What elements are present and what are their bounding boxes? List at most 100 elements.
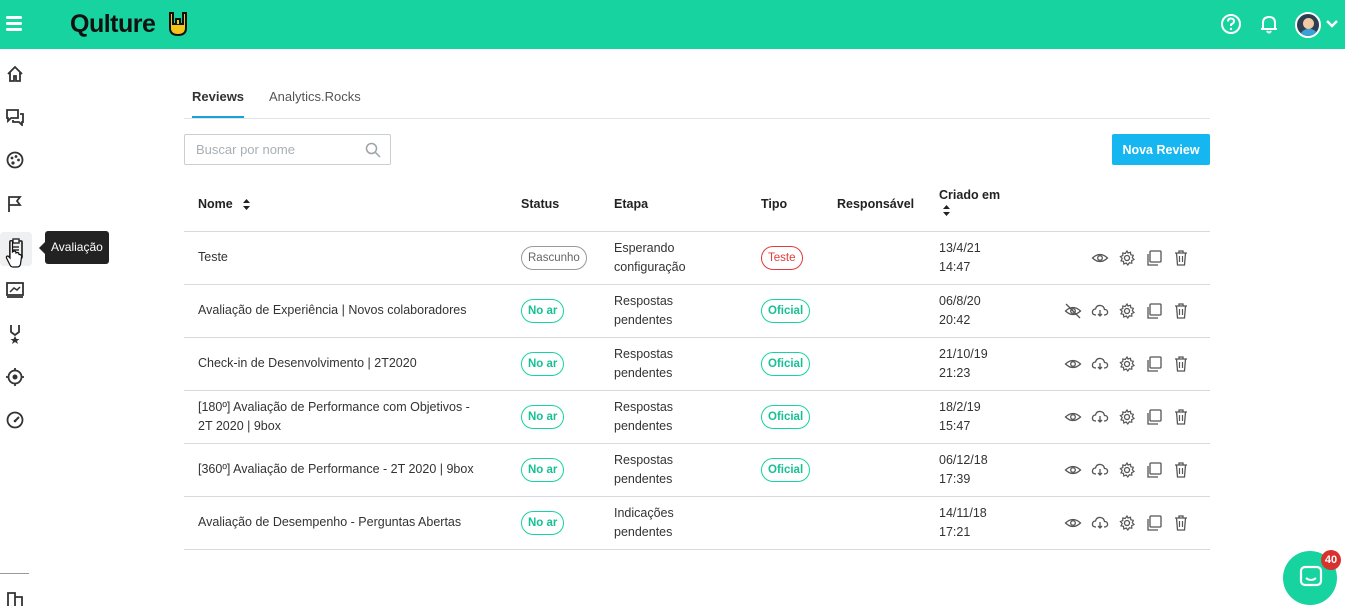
new-review-button[interactable]: Nova Review bbox=[1112, 134, 1210, 165]
cell-etapa: Respostas pendentes bbox=[614, 284, 761, 338]
app-logo[interactable]: Qulture bbox=[70, 10, 156, 39]
cell-responsavel bbox=[837, 231, 939, 285]
cloud-download-icon[interactable] bbox=[1091, 302, 1109, 320]
status-badge: Rascunho bbox=[521, 245, 587, 270]
column-header-criado[interactable]: Criado em bbox=[939, 177, 1029, 232]
column-header-nome[interactable]: Nome bbox=[184, 177, 521, 232]
gear-icon[interactable] bbox=[1118, 461, 1136, 479]
cell-etapa: Respostas pendentes bbox=[614, 390, 761, 444]
column-label: Criado em bbox=[939, 187, 1001, 202]
eye-icon[interactable] bbox=[1064, 355, 1082, 373]
sidebar-item-dashboard[interactable] bbox=[3, 408, 27, 432]
gear-icon[interactable] bbox=[1118, 514, 1136, 532]
created-date: 06/8/20 bbox=[939, 293, 981, 308]
cloud-download-icon[interactable] bbox=[1091, 461, 1109, 479]
tab-reviews[interactable]: Reviews bbox=[192, 89, 245, 118]
avatar[interactable] bbox=[1295, 12, 1321, 38]
hamburger-menu-icon[interactable] bbox=[6, 13, 22, 35]
type-badge: Oficial bbox=[761, 351, 811, 376]
palette-icon bbox=[6, 151, 24, 169]
trash-icon[interactable] bbox=[1172, 302, 1190, 320]
created-date: 06/12/18 bbox=[939, 452, 988, 467]
copy-icon[interactable] bbox=[1145, 302, 1163, 320]
trash-icon[interactable] bbox=[1172, 408, 1190, 426]
column-header-tipo: Tipo bbox=[761, 177, 837, 232]
eye-off-icon[interactable] bbox=[1064, 302, 1082, 320]
sidebar-item-feedback[interactable] bbox=[3, 105, 27, 129]
eye-icon[interactable] bbox=[1064, 514, 1082, 532]
bell-icon[interactable] bbox=[1258, 13, 1280, 35]
sidebar-item-targets[interactable] bbox=[3, 365, 27, 389]
gear-icon[interactable] bbox=[1118, 408, 1136, 426]
sidebar-item-company[interactable] bbox=[3, 586, 27, 610]
sidebar-item-home[interactable] bbox=[3, 62, 27, 86]
help-icon[interactable] bbox=[1220, 13, 1242, 35]
sidebar-item-presentation[interactable] bbox=[3, 278, 27, 302]
copy-icon[interactable] bbox=[1145, 461, 1163, 479]
type-badge: Oficial bbox=[761, 457, 811, 482]
sidebar-item-recognition[interactable] bbox=[3, 322, 27, 346]
cell-responsavel bbox=[837, 496, 939, 550]
cell-nome[interactable]: Teste bbox=[184, 231, 521, 285]
cell-actions bbox=[1029, 284, 1210, 338]
copy-icon[interactable] bbox=[1145, 514, 1163, 532]
trash-icon[interactable] bbox=[1172, 355, 1190, 373]
copy-icon[interactable] bbox=[1145, 249, 1163, 267]
gear-icon[interactable] bbox=[1118, 249, 1136, 267]
cell-responsavel bbox=[837, 443, 939, 497]
column-header-responsavel: Responsável bbox=[837, 177, 939, 232]
table-row[interactable]: Teste Rascunho Esperando configuração Teste… bbox=[184, 231, 1210, 285]
copy-icon[interactable] bbox=[1145, 355, 1163, 373]
search-input[interactable] bbox=[185, 135, 365, 164]
sort-icon[interactable] bbox=[942, 204, 951, 217]
table-row[interactable]: [360º] Avaliação de Performance - 2T 202… bbox=[184, 443, 1210, 497]
trash-icon[interactable] bbox=[1172, 514, 1190, 532]
cloud-download-icon[interactable] bbox=[1091, 355, 1109, 373]
search-icon[interactable] bbox=[365, 142, 381, 158]
column-header-status: Status bbox=[521, 177, 614, 232]
chat-bubbles-icon bbox=[6, 109, 24, 126]
cell-criado: 06/8/20 20:42 bbox=[939, 284, 1029, 338]
created-time: 15:47 bbox=[939, 418, 971, 433]
building-icon bbox=[7, 592, 23, 606]
flag-icon bbox=[8, 196, 22, 212]
table-header-row: Nome Status Etapa Tipo Responsável Criad… bbox=[184, 177, 1210, 232]
cell-nome[interactable]: Avaliação de Experiência | Novos colabor… bbox=[184, 284, 521, 338]
type-badge: Teste bbox=[761, 245, 803, 270]
table-row[interactable]: Avaliação de Desempenho - Perguntas Aber… bbox=[184, 496, 1210, 550]
table-row[interactable]: Check-in de Desenvolvimento | 2T2020 No a… bbox=[184, 337, 1210, 391]
table-row[interactable]: Avaliação de Experiência | Novos colabor… bbox=[184, 284, 1210, 338]
cell-nome[interactable]: [360º] Avaliação de Performance - 2T 202… bbox=[184, 443, 521, 497]
sidebar-item-goals[interactable] bbox=[3, 192, 27, 216]
cell-nome[interactable]: Avaliação de Desempenho - Perguntas Aber… bbox=[184, 496, 521, 550]
cell-nome[interactable]: [180º] Avaliação de Performance com Obje… bbox=[184, 390, 521, 444]
created-time: 17:21 bbox=[939, 524, 971, 539]
cell-responsavel bbox=[837, 284, 939, 338]
gear-icon[interactable] bbox=[1118, 302, 1136, 320]
table-row[interactable]: [180º] Avaliação de Performance com Obje… bbox=[184, 390, 1210, 444]
eye-icon[interactable] bbox=[1091, 249, 1109, 267]
sidebar-item-culture[interactable] bbox=[3, 148, 27, 172]
search-box bbox=[184, 134, 391, 165]
trash-icon[interactable] bbox=[1172, 249, 1190, 267]
cell-etapa: Respostas pendentes bbox=[614, 443, 761, 497]
reviews-table: Nome Status Etapa Tipo Responsável Criad… bbox=[184, 177, 1210, 550]
trash-icon[interactable] bbox=[1172, 461, 1190, 479]
cell-criado: 13/4/21 14:47 bbox=[939, 231, 1029, 285]
eye-icon[interactable] bbox=[1064, 461, 1082, 479]
status-badge: No ar bbox=[521, 298, 565, 323]
cloud-download-icon[interactable] bbox=[1091, 514, 1109, 532]
sort-icon[interactable] bbox=[242, 198, 251, 211]
copy-icon[interactable] bbox=[1145, 408, 1163, 426]
cell-nome[interactable]: Check-in de Desenvolvimento | 2T2020 bbox=[184, 337, 521, 391]
eye-icon[interactable] bbox=[1064, 408, 1082, 426]
tabs: Reviews Analytics.Rocks bbox=[184, 84, 1210, 119]
cloud-download-icon[interactable] bbox=[1091, 408, 1109, 426]
gear-icon[interactable] bbox=[1118, 355, 1136, 373]
cell-responsavel bbox=[837, 337, 939, 391]
tab-analytics-rocks[interactable]: Analytics.Rocks bbox=[269, 89, 361, 116]
sidebar bbox=[0, 49, 32, 606]
sidebar-divider bbox=[0, 573, 29, 574]
chevron-down-icon[interactable] bbox=[1324, 13, 1340, 35]
speedometer-icon bbox=[6, 411, 24, 429]
